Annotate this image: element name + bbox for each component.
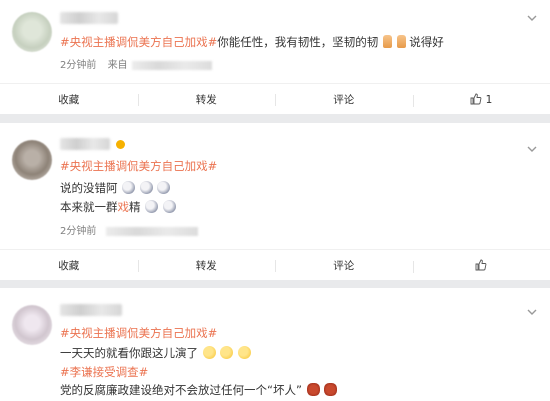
source-blurred xyxy=(106,226,199,236)
comment-label: 评论 xyxy=(333,94,355,106)
monster-emoji-icon xyxy=(306,383,320,396)
comment-button[interactable]: 评论 xyxy=(275,92,413,107)
comment-line-1: 一天天的就看你跟这儿演了 xyxy=(60,345,251,361)
comment-body-tail: 说得好 xyxy=(409,35,444,49)
hashtag-link[interactable]: #央视主播调侃美方自己加戏# xyxy=(60,159,217,173)
hashtag-line: #央视主播调侃美方自己加戏# xyxy=(60,325,217,341)
action-bar: 收藏 转发 评论 xyxy=(0,249,550,281)
sad-emoji-icon xyxy=(122,181,136,194)
source-blurred xyxy=(131,60,212,70)
smile-emoji-icon xyxy=(202,346,216,359)
comment-text: #央视主播调侃美方自己加戏#你能任性，我有韧性，坚韧的韧 说得好 xyxy=(60,34,444,50)
comment-body: 本来就一群 xyxy=(60,200,118,214)
collect-label: 收藏 xyxy=(58,94,80,106)
avatar[interactable] xyxy=(12,140,52,180)
hashtag-line: #央视主播调侃美方自己加戏# xyxy=(60,158,217,174)
comment-card-1: #央视主播调侃美方自己加戏#你能任性，我有韧性，坚韧的韧 说得好 2分钟前 来自… xyxy=(0,0,550,114)
sad-emoji-icon xyxy=(139,181,153,194)
verified-badge-icon xyxy=(116,140,125,149)
chevron-down-icon[interactable] xyxy=(526,143,538,155)
thumbs-up-icon xyxy=(475,259,487,271)
comment-line-3: 党的反腐廉政建设绝对不会放过任何一个“坏人” xyxy=(60,382,338,398)
comment-body: 你能任性，我有韧性，坚韧的韧 xyxy=(217,35,379,49)
highlighted-word[interactable]: 戏 xyxy=(118,200,130,214)
avatar[interactable] xyxy=(12,305,52,345)
avatar[interactable] xyxy=(12,12,52,52)
thumbs-up-icon xyxy=(470,93,482,105)
username-blurred[interactable] xyxy=(60,12,118,24)
repost-button[interactable]: 转发 xyxy=(137,92,276,107)
collect-button[interactable]: 收藏 xyxy=(0,92,138,107)
collect-button[interactable]: 收藏 xyxy=(0,258,138,273)
action-bar: 收藏 转发 评论 1 xyxy=(0,83,550,115)
username-blurred[interactable] xyxy=(60,138,110,150)
hashtag-link[interactable]: #央视主播调侃美方自己加戏# xyxy=(60,326,217,340)
thumbs-up-emoji-icon xyxy=(382,35,392,48)
repost-button[interactable]: 转发 xyxy=(137,258,276,273)
like-count: 1 xyxy=(485,94,493,106)
comment-label: 评论 xyxy=(333,260,355,272)
hashtag-link[interactable]: #央视主播调侃美方自己加戏# xyxy=(60,35,217,49)
comment-body: 说的没错阿 xyxy=(60,181,118,195)
timestamp: 2分钟前 xyxy=(60,226,97,237)
comment-body: 一天天的就看你跟这儿演了 xyxy=(60,346,198,360)
comment-card-3: #央视主播调侃美方自己加戏# 一天天的就看你跟这儿演了 #李谦接受调查# 党的反… xyxy=(0,288,550,401)
hashtag-link[interactable]: #李谦接受调查# xyxy=(60,365,148,379)
thumbs-up-emoji-icon xyxy=(396,35,406,48)
comment-meta: 2分钟前 来自 xyxy=(60,56,212,71)
smile-emoji-icon xyxy=(237,346,251,359)
comment-line-2: 本来就一群戏精 xyxy=(60,199,176,215)
sad-emoji-icon xyxy=(162,200,176,213)
comment-line-1: 说的没错阿 xyxy=(60,180,171,196)
chevron-down-icon[interactable] xyxy=(526,306,538,318)
monster-emoji-icon xyxy=(324,383,338,396)
username-blurred[interactable] xyxy=(60,304,122,316)
comment-body: 精 xyxy=(129,200,141,214)
collect-label: 收藏 xyxy=(58,260,80,272)
repost-label: 转发 xyxy=(195,94,217,106)
comment-meta: 2分钟前 xyxy=(60,222,199,237)
smile-emoji-icon xyxy=(220,346,234,359)
repost-label: 转发 xyxy=(195,260,217,272)
comment-button[interactable]: 评论 xyxy=(275,258,413,273)
sad-emoji-icon xyxy=(145,200,159,213)
like-button[interactable] xyxy=(412,259,550,273)
hashtag-line-2: #李谦接受调查# xyxy=(60,364,148,380)
comment-card-2: #央视主播调侃美方自己加戏# 说的没错阿 本来就一群戏精 2分钟前 收藏 转发 … xyxy=(0,123,550,280)
like-button[interactable]: 1 xyxy=(412,93,550,107)
timestamp: 2分钟前 xyxy=(60,60,97,71)
chevron-down-icon[interactable] xyxy=(526,12,538,24)
sad-emoji-icon xyxy=(157,181,171,194)
source-prefix: 来自 xyxy=(107,60,128,71)
comment-body: 党的反腐廉政建设绝对不会放过任何一个“坏人” xyxy=(60,383,302,397)
